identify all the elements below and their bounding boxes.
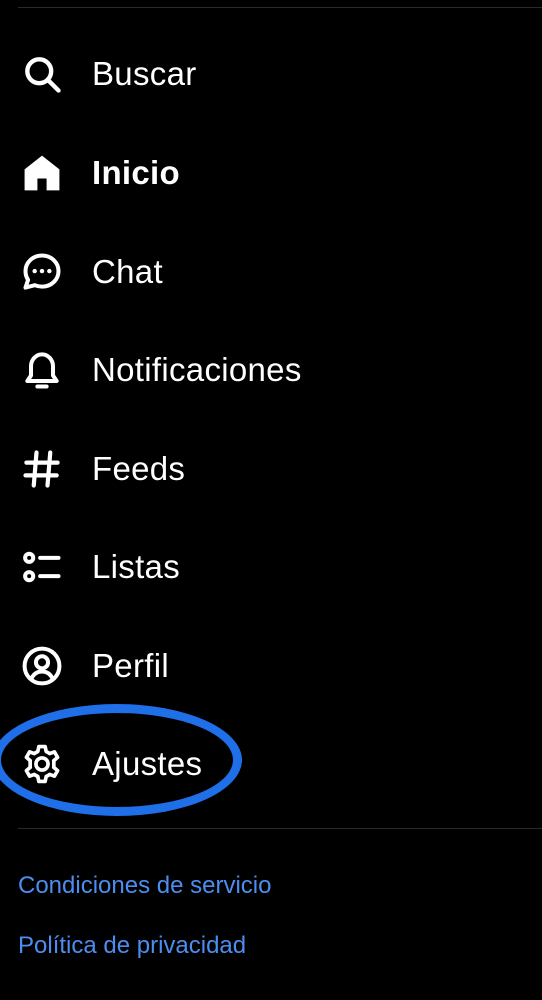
hashtag-icon — [18, 445, 66, 493]
menu-item-label: Chat — [92, 253, 163, 290]
terms-of-service-link[interactable]: Condiciones de servicio — [18, 872, 271, 900]
menu-item-feeds[interactable]: Feeds — [18, 439, 498, 499]
menu-item-chat[interactable]: Chat — [18, 242, 498, 302]
top-divider — [18, 7, 542, 8]
search-icon — [18, 50, 66, 98]
privacy-policy-link[interactable]: Política de privacidad — [18, 932, 246, 960]
menu-item-label: Perfil — [92, 647, 169, 684]
menu-item-label: Inicio — [92, 154, 180, 191]
chat-bubble-icon — [18, 248, 66, 296]
user-circle-icon — [18, 642, 66, 690]
menu-item-profile[interactable]: Perfil — [18, 636, 498, 696]
menu-item-home[interactable]: Inicio — [18, 143, 498, 203]
bell-icon — [18, 346, 66, 394]
menu-item-label: Listas — [92, 548, 181, 585]
menu-item-notifications[interactable]: Notificaciones — [18, 340, 498, 400]
bottom-divider — [18, 828, 542, 829]
menu-item-lists[interactable]: Listas — [18, 537, 498, 597]
menu-item-label: Notificaciones — [92, 351, 302, 388]
menu-item-label: Feeds — [92, 450, 186, 487]
list-icon — [18, 543, 66, 591]
menu-item-search[interactable]: Buscar — [18, 44, 498, 104]
menu-item-label: Ajustes — [92, 745, 203, 782]
home-icon — [18, 149, 66, 197]
menu-item-label: Buscar — [92, 55, 197, 92]
gear-icon — [18, 740, 66, 788]
menu-item-settings[interactable]: Ajustes — [18, 734, 498, 794]
